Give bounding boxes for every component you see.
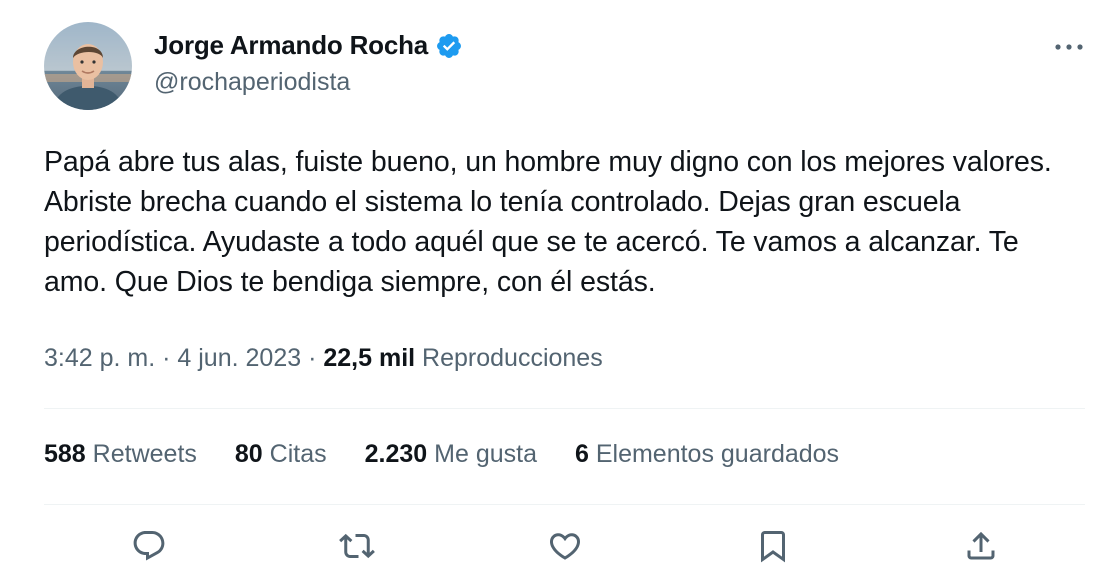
tweet-time[interactable]: 3:42 p. m. (44, 344, 155, 372)
meta-separator: · (162, 344, 171, 372)
share-icon (967, 531, 995, 560)
likes-count: 2.230 (364, 440, 428, 468)
reply-button[interactable] (129, 526, 169, 566)
quotes-stat[interactable]: 80 Citas (235, 440, 327, 469)
verified-badge-icon[interactable] (435, 32, 463, 60)
retweets-stat[interactable]: 588 Retweets (44, 440, 197, 469)
author-name-row: Jorge Armando Rocha (154, 30, 463, 61)
retweet-button[interactable] (337, 526, 377, 566)
likes-label: Me gusta (434, 440, 537, 468)
heart-icon (549, 533, 581, 560)
more-icon (1055, 44, 1083, 50)
engagement-stats: 588 Retweets 80 Citas 2.230 Me gusta 6 E… (44, 440, 839, 469)
author-display-name[interactable]: Jorge Armando Rocha (154, 30, 428, 61)
bookmarks-count: 6 (574, 440, 589, 468)
author-handle[interactable]: @rochaperiodista (154, 68, 350, 97)
bookmark-icon (761, 531, 785, 563)
quotes-label: Citas (269, 440, 327, 468)
views-label: Reproducciones (422, 344, 603, 372)
divider (44, 504, 1085, 505)
bookmark-button[interactable] (753, 526, 793, 566)
avatar[interactable] (44, 22, 132, 110)
tweet-meta: 3:42 p. m. · 4 jun. 2023 · 22,5 mil Repr… (44, 344, 603, 373)
likes-stat[interactable]: 2.230 Me gusta (365, 440, 537, 469)
retweets-count: 588 (44, 440, 86, 468)
reply-icon (133, 531, 165, 561)
more-options-button[interactable] (1052, 34, 1086, 60)
tweet-card: Jorge Armando Rocha @rochaperiodista Pap… (0, 0, 1120, 581)
tweet-text: Papá abre tus alas, fuiste bueno, un hom… (44, 146, 1052, 298)
divider (44, 408, 1085, 409)
share-button[interactable] (961, 526, 1001, 566)
retweet-icon (339, 533, 375, 559)
views-count: 22,5 mil (323, 344, 416, 372)
bookmarks-stat[interactable]: 6 Elementos guardados (575, 440, 839, 469)
bookmarks-label: Elementos guardados (595, 440, 840, 468)
retweets-label: Retweets (92, 440, 197, 468)
tweet-date[interactable]: 4 jun. 2023 (177, 344, 301, 372)
quotes-count: 80 (234, 440, 263, 468)
meta-separator: · (308, 344, 317, 372)
like-button[interactable] (545, 526, 585, 566)
